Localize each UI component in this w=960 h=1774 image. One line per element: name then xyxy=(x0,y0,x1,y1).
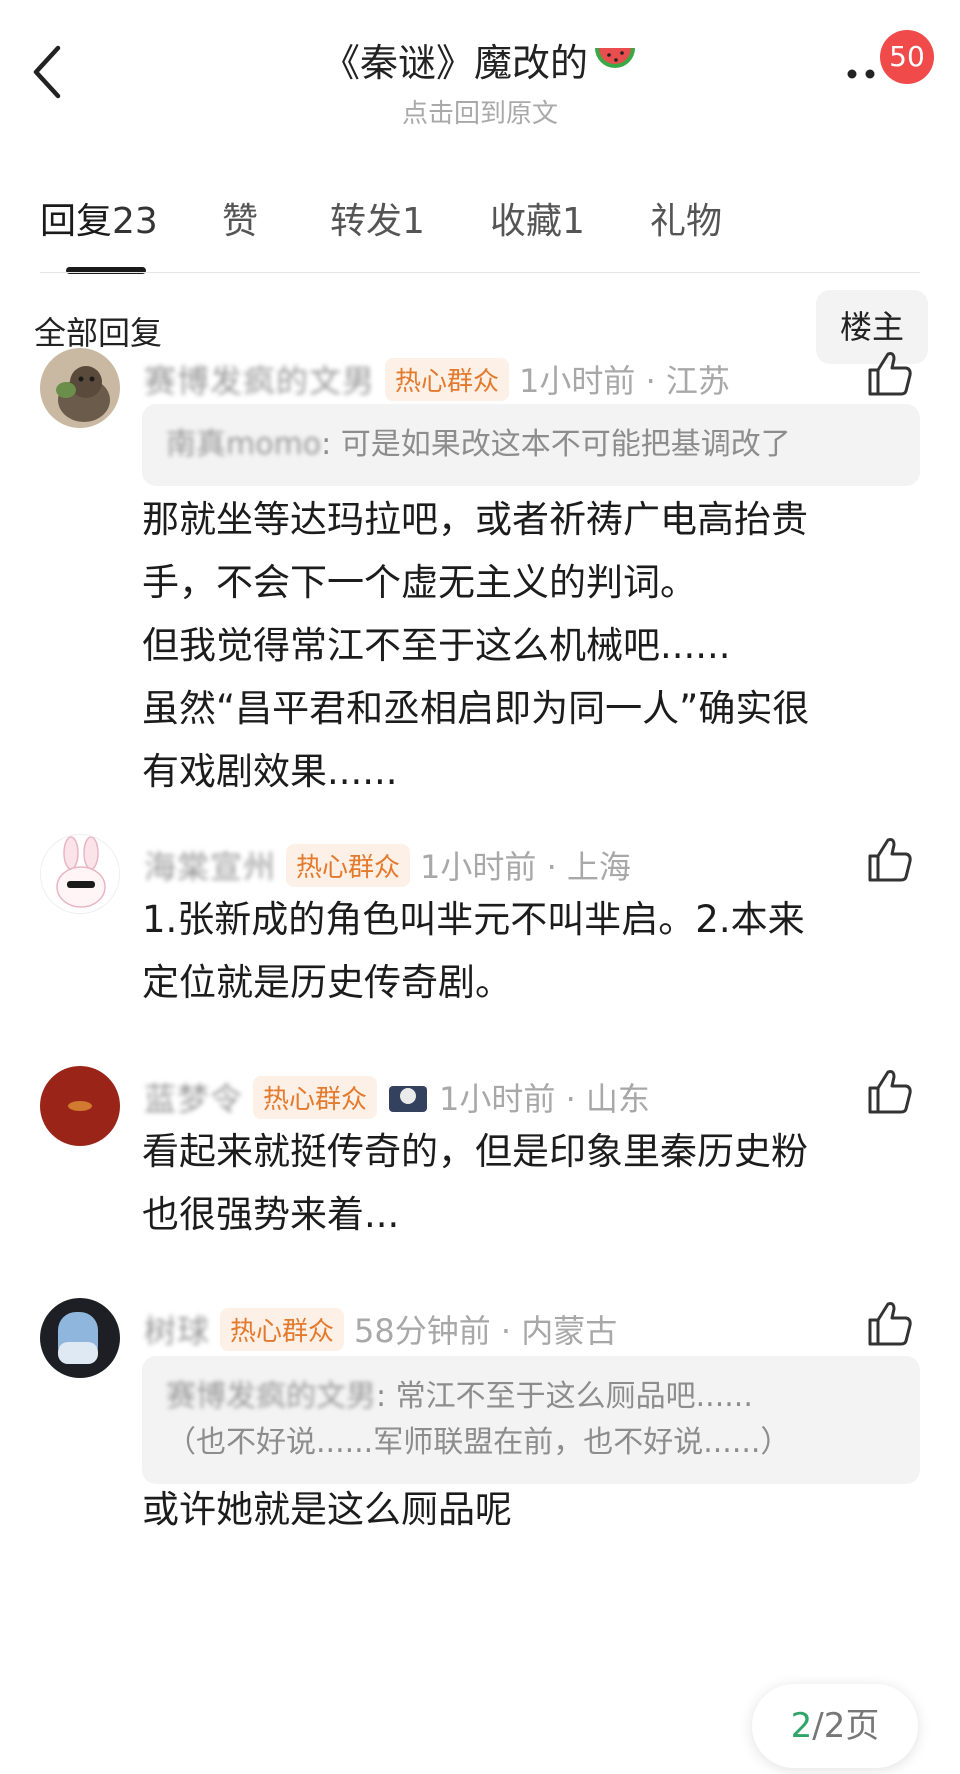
timestamp-location: 1小时前 · 上海 xyxy=(420,848,631,886)
comment-text: 那就坐等达玛拉吧，或者祈祷广电高抬贵 手，不会下一个虚无主义的判词。 但我觉得常… xyxy=(142,498,810,793)
fan-tag-badge: 热心群众 xyxy=(253,1075,378,1119)
tab-favorites[interactable]: 收藏1 xyxy=(490,192,585,244)
all-replies-filter[interactable]: 全部回复 xyxy=(34,308,162,354)
username[interactable]: 海棠宣州 xyxy=(144,842,276,888)
avatar[interactable] xyxy=(40,1298,120,1378)
thumbs-up-icon[interactable] xyxy=(866,348,914,398)
watermelon-icon xyxy=(595,47,635,68)
tab-label: 礼物 xyxy=(650,201,723,242)
comment-text: 1.张新成的角色叫芈元不叫芈启。2.本来 定位就是历史传奇剧。 xyxy=(142,898,805,1004)
tab-label: 赞 xyxy=(222,201,259,242)
red-emblem-avatar-icon xyxy=(40,1066,120,1146)
timestamp-location: 58分钟前 · 内蒙古 xyxy=(354,1312,618,1350)
thumbs-up-icon[interactable] xyxy=(866,1066,914,1116)
divider xyxy=(40,272,920,273)
comment-meta: 海棠宣州 热心群众 1小时前 · 上海 xyxy=(144,840,631,890)
thumbs-up-icon[interactable] xyxy=(866,834,914,884)
medal-icon xyxy=(389,1086,428,1112)
avatar[interactable] xyxy=(40,834,120,914)
notification-badge[interactable]: 50 xyxy=(880,30,934,84)
username[interactable]: 树球 xyxy=(144,1306,210,1352)
comment-text: 或许她就是这么厕品呢 xyxy=(142,1488,512,1531)
tab-label: 收藏 xyxy=(490,201,563,242)
quoted-text: : 可是如果改这本不可能把基调改了 xyxy=(321,427,791,462)
thumbs-up-icon[interactable] xyxy=(866,1298,914,1348)
back-to-original-link[interactable]: 点击回到原文 xyxy=(0,93,960,130)
quoted-reply[interactable]: 赛博发疯的文男: 常江不至于这么厕品吧...... （也不好说......军师联… xyxy=(142,1356,920,1484)
post-title[interactable]: 《秦谜》魔改的 xyxy=(322,32,638,87)
timestamp-location: 1小时前 · 山东 xyxy=(439,1080,650,1118)
quoted-username: 赛博发疯的文男 xyxy=(166,1379,376,1414)
tab-count: 1 xyxy=(402,201,425,242)
avatar[interactable] xyxy=(40,1066,120,1146)
timestamp-location: 1小时前 · 江苏 xyxy=(519,362,730,400)
top-bar: 《秦谜》魔改的 点击回到原文 50 xyxy=(0,0,960,130)
fan-tag-badge: 热心群众 xyxy=(385,357,510,401)
tab-label: 转发 xyxy=(330,201,403,242)
post-title-text: 《秦谜》魔改的 xyxy=(321,41,588,85)
more-options-icon[interactable] xyxy=(844,64,884,84)
quoted-username: 南真momo xyxy=(166,427,322,462)
title-area[interactable]: 《秦谜》魔改的 点击回到原文 xyxy=(0,32,960,130)
tab-gifts[interactable]: 礼物 xyxy=(650,192,722,244)
username[interactable]: 赛博发疯的文男 xyxy=(144,356,375,402)
tab-replies[interactable]: 回复23 xyxy=(40,192,158,244)
tab-count: 23 xyxy=(112,201,158,242)
fan-tag-badge: 热心群众 xyxy=(286,843,411,887)
current-page: 2 xyxy=(790,1706,813,1746)
airplane-window-avatar-icon xyxy=(40,1298,120,1378)
total-pages: /2页 xyxy=(812,1706,880,1746)
tab-bar: 回复23 赞 转发1 收藏1 礼物 xyxy=(0,180,960,274)
comment-meta: 赛博发疯的文男 热心群众 1小时前 · 江苏 xyxy=(144,354,730,404)
quoted-reply[interactable]: 南真momo: 可是如果改这本不可能把基调改了 xyxy=(142,404,920,486)
page-indicator[interactable]: 2/2页 xyxy=(752,1684,918,1768)
avatar[interactable] xyxy=(40,348,120,428)
tab-label: 回复 xyxy=(40,201,113,242)
comment-meta: 树球 热心群众 58分钟前 · 内蒙古 xyxy=(144,1304,617,1354)
tab-count: 1 xyxy=(562,201,585,242)
tab-reposts[interactable]: 转发1 xyxy=(330,192,425,244)
comment-text: 看起来就挺传奇的，但是印象里秦历史粉 也很强势来着... xyxy=(142,1130,808,1236)
username[interactable]: 蓝梦令 xyxy=(144,1074,243,1120)
fan-tag-badge: 热心群众 xyxy=(220,1307,345,1351)
rabbit-avatar-icon xyxy=(41,835,119,913)
tab-likes[interactable]: 赞 xyxy=(222,192,258,244)
cat-avatar-icon xyxy=(40,348,120,428)
comment-meta: 蓝梦令 热心群众 1小时前 · 山东 xyxy=(144,1072,650,1122)
